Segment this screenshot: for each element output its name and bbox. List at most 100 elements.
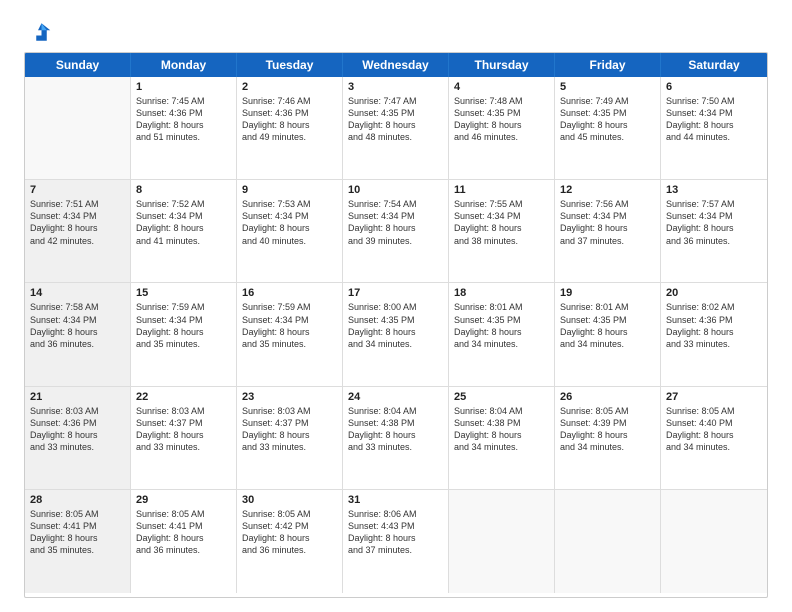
header-day-friday: Friday (555, 53, 661, 77)
day-number: 15 (136, 287, 231, 299)
calendar-body: 1 Sunrise: 7:45 AM Sunset: 4:36 PM Daylig… (25, 77, 767, 593)
calendar-cell: 6 Sunrise: 7:50 AM Sunset: 4:34 PM Daylig… (661, 77, 767, 179)
day-details: Sunrise: 8:05 AM Sunset: 4:42 PM Dayligh… (242, 508, 337, 557)
day-number: 28 (30, 494, 125, 506)
day-details: Sunrise: 7:50 AM Sunset: 4:34 PM Dayligh… (666, 95, 762, 144)
day-number: 7 (30, 184, 125, 196)
day-number: 19 (560, 287, 655, 299)
calendar-row-3: 14 Sunrise: 7:58 AM Sunset: 4:34 PM Dayli… (25, 283, 767, 386)
day-details: Sunrise: 7:56 AM Sunset: 4:34 PM Dayligh… (560, 198, 655, 247)
day-details: Sunrise: 7:45 AM Sunset: 4:36 PM Dayligh… (136, 95, 231, 144)
day-number: 17 (348, 287, 443, 299)
calendar-cell: 15 Sunrise: 7:59 AM Sunset: 4:34 PM Dayli… (131, 283, 237, 385)
calendar-cell: 30 Sunrise: 8:05 AM Sunset: 4:42 PM Dayli… (237, 490, 343, 593)
calendar-cell: 18 Sunrise: 8:01 AM Sunset: 4:35 PM Dayli… (449, 283, 555, 385)
calendar-cell (661, 490, 767, 593)
day-number: 30 (242, 494, 337, 506)
day-number: 1 (136, 81, 231, 93)
day-number: 5 (560, 81, 655, 93)
header-day-thursday: Thursday (449, 53, 555, 77)
day-details: Sunrise: 7:48 AM Sunset: 4:35 PM Dayligh… (454, 95, 549, 144)
calendar-cell: 16 Sunrise: 7:59 AM Sunset: 4:34 PM Dayli… (237, 283, 343, 385)
calendar-cell: 7 Sunrise: 7:51 AM Sunset: 4:34 PM Daylig… (25, 180, 131, 282)
day-details: Sunrise: 8:05 AM Sunset: 4:39 PM Dayligh… (560, 405, 655, 454)
day-details: Sunrise: 8:05 AM Sunset: 4:40 PM Dayligh… (666, 405, 762, 454)
day-number: 12 (560, 184, 655, 196)
header-day-tuesday: Tuesday (237, 53, 343, 77)
calendar-cell: 11 Sunrise: 7:55 AM Sunset: 4:34 PM Dayli… (449, 180, 555, 282)
day-number: 2 (242, 81, 337, 93)
day-details: Sunrise: 8:05 AM Sunset: 4:41 PM Dayligh… (136, 508, 231, 557)
calendar-cell: 21 Sunrise: 8:03 AM Sunset: 4:36 PM Dayli… (25, 387, 131, 489)
day-details: Sunrise: 7:46 AM Sunset: 4:36 PM Dayligh… (242, 95, 337, 144)
calendar-cell: 25 Sunrise: 8:04 AM Sunset: 4:38 PM Dayli… (449, 387, 555, 489)
day-number: 14 (30, 287, 125, 299)
header (24, 18, 768, 46)
day-details: Sunrise: 7:57 AM Sunset: 4:34 PM Dayligh… (666, 198, 762, 247)
calendar-row-1: 1 Sunrise: 7:45 AM Sunset: 4:36 PM Daylig… (25, 77, 767, 180)
calendar-cell: 3 Sunrise: 7:47 AM Sunset: 4:35 PM Daylig… (343, 77, 449, 179)
calendar-cell: 17 Sunrise: 8:00 AM Sunset: 4:35 PM Dayli… (343, 283, 449, 385)
day-details: Sunrise: 7:49 AM Sunset: 4:35 PM Dayligh… (560, 95, 655, 144)
day-details: Sunrise: 7:59 AM Sunset: 4:34 PM Dayligh… (136, 301, 231, 350)
calendar-cell: 20Sunrise: 8:02 AM Sunset: 4:36 PM Dayli… (661, 283, 767, 385)
day-details: Sunrise: 7:52 AM Sunset: 4:34 PM Dayligh… (136, 198, 231, 247)
day-number: 4 (454, 81, 549, 93)
calendar-cell: 23Sunrise: 8:03 AM Sunset: 4:37 PM Dayli… (237, 387, 343, 489)
day-number: 24 (348, 391, 443, 403)
day-details: Sunrise: 7:53 AM Sunset: 4:34 PM Dayligh… (242, 198, 337, 247)
day-details: Sunrise: 8:01 AM Sunset: 4:35 PM Dayligh… (560, 301, 655, 350)
calendar-cell: 12 Sunrise: 7:56 AM Sunset: 4:34 PM Dayli… (555, 180, 661, 282)
day-number: 3 (348, 81, 443, 93)
day-number: 31 (348, 494, 443, 506)
calendar-cell: 5 Sunrise: 7:49 AM Sunset: 4:35 PM Daylig… (555, 77, 661, 179)
calendar-cell: 4 Sunrise: 7:48 AM Sunset: 4:35 PM Daylig… (449, 77, 555, 179)
day-details: Sunrise: 7:54 AM Sunset: 4:34 PM Dayligh… (348, 198, 443, 247)
day-number: 26 (560, 391, 655, 403)
day-details: Sunrise: 8:03 AM Sunset: 4:37 PM Dayligh… (136, 405, 231, 454)
calendar: SundayMondayTuesdayWednesdayThursdayFrid… (24, 52, 768, 598)
calendar-header: SundayMondayTuesdayWednesdayThursdayFrid… (25, 53, 767, 77)
day-number: 8 (136, 184, 231, 196)
day-number: 10 (348, 184, 443, 196)
day-details: Sunrise: 7:59 AM Sunset: 4:34 PM Dayligh… (242, 301, 337, 350)
day-number: 21 (30, 391, 125, 403)
day-details: Sunrise: 8:04 AM Sunset: 4:38 PM Dayligh… (454, 405, 549, 454)
day-details: Sunrise: 8:03 AM Sunset: 4:36 PM Dayligh… (30, 405, 125, 454)
calendar-cell: 19 Sunrise: 8:01 AM Sunset: 4:35 PM Dayli… (555, 283, 661, 385)
logo (24, 18, 56, 46)
day-number: 27 (666, 391, 762, 403)
day-number: 13 (666, 184, 762, 196)
page: SundayMondayTuesdayWednesdayThursdayFrid… (0, 0, 792, 612)
header-day-wednesday: Wednesday (343, 53, 449, 77)
day-details: Sunrise: 8:05 AM Sunset: 4:41 PM Dayligh… (30, 508, 125, 557)
calendar-cell: 29 Sunrise: 8:05 AM Sunset: 4:41 PM Dayli… (131, 490, 237, 593)
header-day-monday: Monday (131, 53, 237, 77)
day-number: 29 (136, 494, 231, 506)
day-details: Sunrise: 7:47 AM Sunset: 4:35 PM Dayligh… (348, 95, 443, 144)
day-details: Sunrise: 8:01 AM Sunset: 4:35 PM Dayligh… (454, 301, 549, 350)
day-details: Sunrise: 8:03 AM Sunset: 4:37 PM Dayligh… (242, 405, 337, 454)
day-details: Sunrise: 8:06 AM Sunset: 4:43 PM Dayligh… (348, 508, 443, 557)
day-number: 18 (454, 287, 549, 299)
calendar-cell: 24 Sunrise: 8:04 AM Sunset: 4:38 PM Dayli… (343, 387, 449, 489)
day-details: Sunrise: 8:02 AM Sunset: 4:36 PM Dayligh… (666, 301, 762, 350)
calendar-cell: 13 Sunrise: 7:57 AM Sunset: 4:34 PM Dayli… (661, 180, 767, 282)
day-number: 6 (666, 81, 762, 93)
calendar-cell: 28 Sunrise: 8:05 AM Sunset: 4:41 PM Dayli… (25, 490, 131, 593)
day-details: Sunrise: 7:58 AM Sunset: 4:34 PM Dayligh… (30, 301, 125, 350)
day-number: 11 (454, 184, 549, 196)
calendar-cell (449, 490, 555, 593)
calendar-cell: 10 Sunrise: 7:54 AM Sunset: 4:34 PM Dayli… (343, 180, 449, 282)
calendar-row-2: 7 Sunrise: 7:51 AM Sunset: 4:34 PM Daylig… (25, 180, 767, 283)
calendar-cell: 9Sunrise: 7:53 AM Sunset: 4:34 PM Daylig… (237, 180, 343, 282)
logo-icon (24, 18, 52, 46)
calendar-cell: 26 Sunrise: 8:05 AM Sunset: 4:39 PM Dayli… (555, 387, 661, 489)
day-details: Sunrise: 7:51 AM Sunset: 4:34 PM Dayligh… (30, 198, 125, 247)
day-number: 25 (454, 391, 549, 403)
day-number: 16 (242, 287, 337, 299)
day-details: Sunrise: 8:04 AM Sunset: 4:38 PM Dayligh… (348, 405, 443, 454)
calendar-cell: 22Sunrise: 8:03 AM Sunset: 4:37 PM Dayli… (131, 387, 237, 489)
day-details: Sunrise: 7:55 AM Sunset: 4:34 PM Dayligh… (454, 198, 549, 247)
day-details: Sunrise: 8:00 AM Sunset: 4:35 PM Dayligh… (348, 301, 443, 350)
